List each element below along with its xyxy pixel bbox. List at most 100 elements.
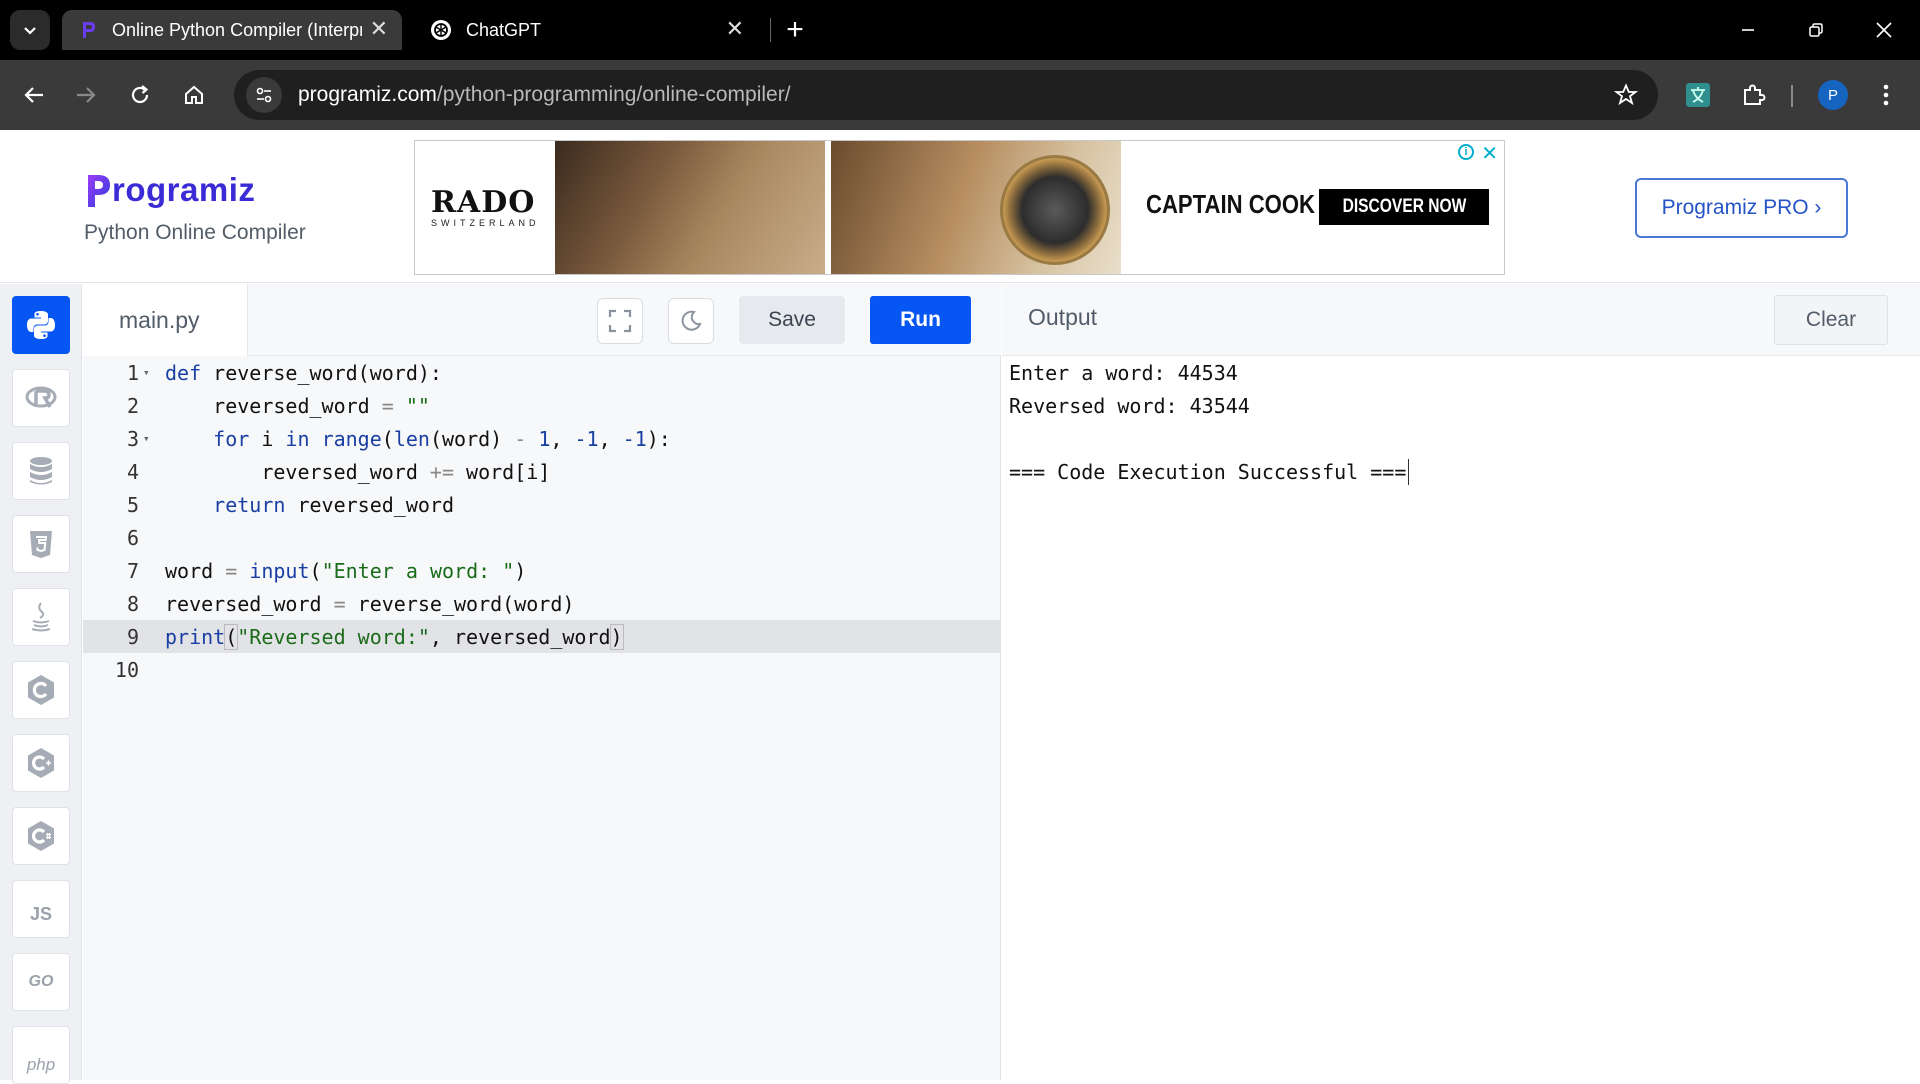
close-window-button[interactable] <box>1866 12 1902 48</box>
translate-extension-icon <box>1686 83 1710 107</box>
ad-cta-label: DISCOVER NOW <box>1342 196 1466 217</box>
extensions-menu-button[interactable] <box>1736 77 1772 113</box>
ad-cta-button[interactable]: DISCOVER NOW <box>1319 189 1489 225</box>
logo-text: rogramiz <box>112 171 256 208</box>
programiz-logo[interactable]: rogramiz <box>86 169 255 209</box>
fold-toggle-icon[interactable]: ▾ <box>139 366 165 379</box>
lang-c[interactable] <box>12 661 70 719</box>
output-console[interactable]: Enter a word: 44534 Reversed word: 43544… <box>1002 356 1920 1080</box>
ad-brand-sub: SWITZERLAND <box>431 218 540 228</box>
lang-php[interactable]: php <box>12 1026 70 1084</box>
site-header: rogramiz Python Online Compiler RADO SWI… <box>0 131 1920 283</box>
lang-sql[interactable] <box>12 442 70 500</box>
url-text[interactable]: programiz.com/python-programming/online-… <box>298 83 791 107</box>
editor-toolbar: main.py Save Run <box>83 284 1001 356</box>
java-icon <box>31 602 51 632</box>
reload-icon <box>131 85 149 104</box>
tab-close-icon[interactable]: ✕ <box>370 18 388 40</box>
run-button[interactable]: Run <box>870 296 971 344</box>
browser-menu-button[interactable] <box>1868 77 1904 113</box>
code-line-active: 9 print("Reversed word:", reversed_word) <box>83 620 1001 653</box>
restore-icon <box>1809 23 1823 37</box>
restore-button[interactable] <box>1798 12 1834 48</box>
address-bar[interactable]: programiz.com/python-programming/online-… <box>234 70 1658 120</box>
lang-go[interactable]: GO <box>12 953 70 1011</box>
php-icon: php <box>26 1055 56 1074</box>
fullscreen-button[interactable] <box>597 298 643 344</box>
more-vertical-icon <box>1883 84 1889 106</box>
html5-icon <box>30 531 52 558</box>
lang-javascript[interactable]: JS <box>12 880 70 938</box>
ad-headline: CAPTAIN COOK <box>1146 189 1316 219</box>
line-number: 4 <box>126 459 139 484</box>
ad-close-icon[interactable]: ✕ <box>1481 141 1498 166</box>
r-language-icon <box>25 386 57 408</box>
lang-html[interactable] <box>12 515 70 573</box>
home-button[interactable] <box>176 77 212 113</box>
extension-button[interactable] <box>1680 77 1716 113</box>
code-line: 2 reversed_word = "" <box>83 389 1001 422</box>
minimize-button[interactable] <box>1730 12 1766 48</box>
line-number: 1 <box>126 360 139 385</box>
advertisement-banner[interactable]: RADO SWITZERLAND CAPTAIN COOK DISCOVER N… <box>414 140 1505 275</box>
moon-icon <box>681 310 702 331</box>
code-line: 6 <box>83 521 1001 554</box>
tab-title: Online Python Compiler (Interpreter) <box>112 19 362 40</box>
chatgpt-favicon-icon <box>431 20 451 40</box>
close-icon <box>1876 22 1892 38</box>
programiz-pro-button[interactable]: Programiz PRO › <box>1635 178 1848 238</box>
ad-watch-image <box>1000 155 1110 265</box>
output-line: Enter a word: 44534 <box>1009 360 1238 385</box>
clear-button[interactable]: Clear <box>1774 295 1888 345</box>
back-button[interactable] <box>16 77 52 113</box>
minimize-icon <box>1742 29 1754 31</box>
site-info-button[interactable] <box>246 77 282 113</box>
text-cursor <box>1408 458 1410 485</box>
tab-separator <box>770 18 771 42</box>
browser-tab-bar: Online Python Compiler (Interpreter) ✕ C… <box>0 0 1920 60</box>
language-sidebar: JS GO php <box>0 284 82 1084</box>
tab-programiz[interactable]: Online Python Compiler (Interpreter) ✕ <box>62 10 402 50</box>
arrow-left-icon <box>24 87 43 103</box>
tab-search-button[interactable] <box>10 10 50 50</box>
tune-icon <box>256 87 272 103</box>
tab-close-icon[interactable]: ✕ <box>726 18 744 40</box>
line-number: 8 <box>126 591 139 616</box>
save-button[interactable]: Save <box>739 296 845 344</box>
profile-avatar[interactable]: P <box>1818 80 1848 110</box>
fold-toggle-icon[interactable]: ▾ <box>139 432 165 445</box>
output-line: Reversed word: 43544 <box>1009 393 1250 418</box>
lang-cpp[interactable] <box>12 734 70 792</box>
code-text: return reversed_word <box>213 492 454 517</box>
code-line: 3 ▾ for i in range(len(word) - 1, -1, -1… <box>83 422 1001 455</box>
lang-r[interactable] <box>12 369 70 427</box>
ad-photo-model <box>555 141 825 274</box>
programiz-logo-icon <box>88 175 110 207</box>
line-number: 6 <box>126 525 139 550</box>
reload-button[interactable] <box>122 77 158 113</box>
code-line: 7 word = input("Enter a word: ") <box>83 554 1001 587</box>
arrow-right-icon <box>77 87 96 103</box>
dark-mode-toggle[interactable] <box>668 298 714 344</box>
ad-info-icon[interactable]: i <box>1458 144 1474 160</box>
output-toolbar: Output Clear <box>1002 284 1920 356</box>
url-host: programiz.com <box>298 83 437 106</box>
line-number: 5 <box>126 492 139 517</box>
new-tab-button[interactable]: + <box>780 12 810 48</box>
lang-java[interactable] <box>12 588 70 646</box>
file-tab-main[interactable]: main.py <box>83 284 248 356</box>
code-text: def reverse_word(word): <box>165 360 442 385</box>
browser-toolbar: programiz.com/python-programming/online-… <box>0 60 1920 130</box>
csharp-icon <box>28 821 54 851</box>
code-text: for i in range(len(word) - 1, -1, -1): <box>213 426 671 451</box>
ad-brand: RADO SWITZERLAND <box>431 185 540 228</box>
database-icon <box>30 457 52 485</box>
tab-chatgpt[interactable]: ChatGPT ✕ <box>418 10 758 50</box>
lang-csharp[interactable] <box>12 807 70 865</box>
bookmark-button[interactable] <box>1608 77 1644 113</box>
lang-python[interactable] <box>12 296 70 354</box>
forward-button[interactable] <box>68 77 104 113</box>
code-editor[interactable]: 1 ▾ def reverse_word(word): 2 reversed_w… <box>83 356 1001 1080</box>
tab-title: ChatGPT <box>466 19 542 40</box>
code-line: 5 return reversed_word <box>83 488 1001 521</box>
